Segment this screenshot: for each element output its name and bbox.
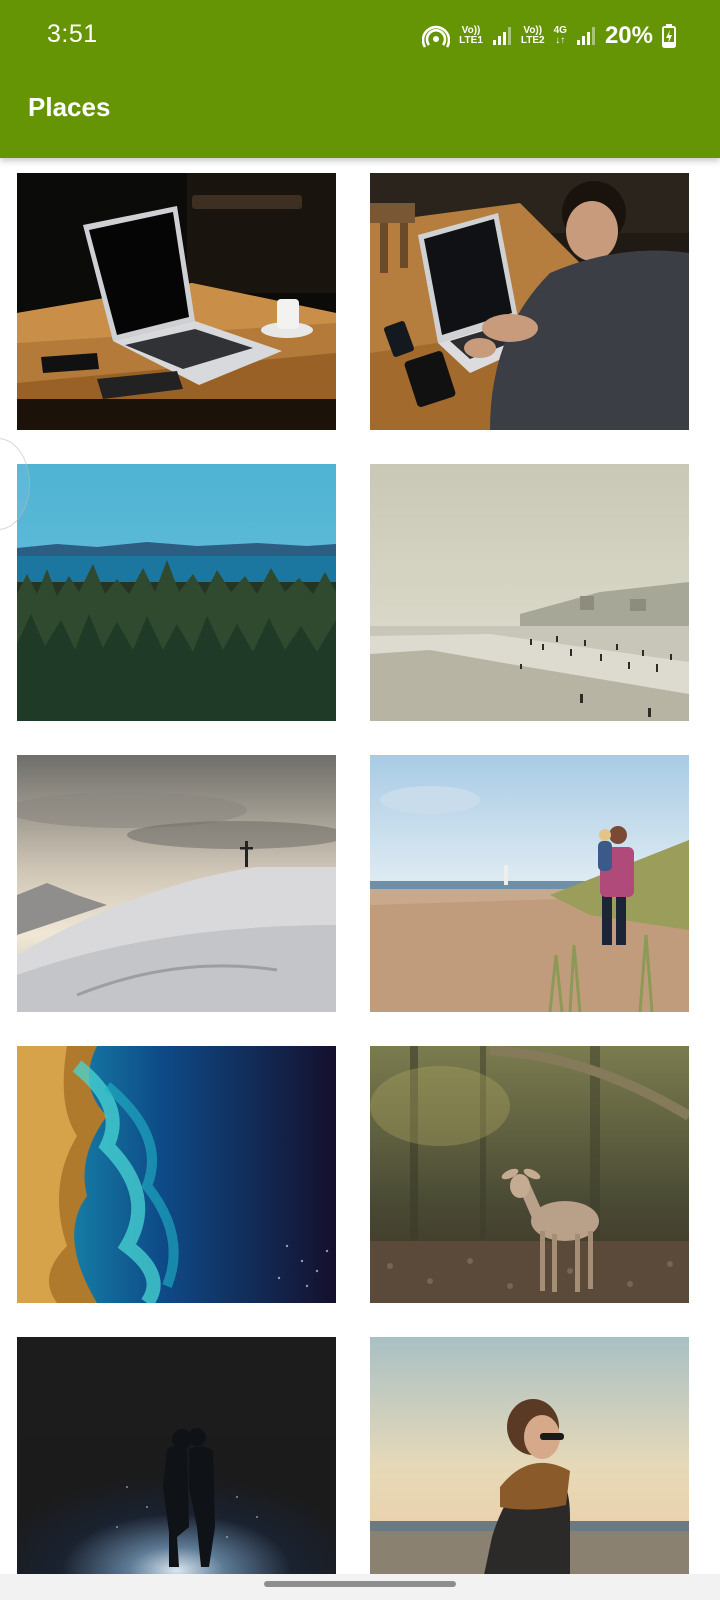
- place-image-father-child-beach[interactable]: [370, 755, 689, 1012]
- place-image-man-laptop[interactable]: [370, 173, 689, 430]
- place-image-couple-night[interactable]: [17, 1337, 336, 1574]
- status-time: 3:51: [47, 20, 98, 48]
- places-grid: [0, 158, 720, 1574]
- system-nav-bar: [0, 1574, 720, 1600]
- sim2-label-bottom: LTE2: [520, 35, 545, 46]
- network-type-label: 4G ↓↑: [554, 26, 567, 46]
- status-icons: Vo)) LTE1 Vo)) LTE2 4G ↓↑ 20%: [422, 18, 676, 54]
- signal-icon: [492, 26, 512, 46]
- hotspot-icon: [422, 24, 451, 48]
- sim1-volte-label: Vo)) LTE1: [459, 26, 483, 46]
- data-arrows-icon: ↓↑: [555, 35, 566, 46]
- place-image-snowy-hill-cross[interactable]: [17, 755, 336, 1012]
- page-title: Places: [28, 92, 111, 122]
- signal-icon: [576, 26, 596, 46]
- home-gesture-pill[interactable]: [264, 1581, 456, 1587]
- battery-charging-icon: [662, 24, 676, 48]
- app-bar: 3:51 Vo)) LTE1 Vo)) LTE2 4G ↓↑ 20% Place…: [0, 0, 720, 158]
- place-image-aerial-coastline[interactable]: [17, 1046, 336, 1303]
- sim1-label-bottom: LTE1: [459, 35, 483, 46]
- place-image-person-scarf-sunset[interactable]: [370, 1337, 689, 1574]
- battery-percent: 20%: [604, 22, 653, 49]
- place-image-deer-forest[interactable]: [370, 1046, 689, 1303]
- place-image-laptop-table[interactable]: [17, 173, 336, 430]
- sim2-volte-label: Vo)) LTE2: [521, 26, 545, 46]
- place-image-misty-beach[interactable]: [370, 464, 689, 721]
- place-image-forest-sea[interactable]: [17, 464, 336, 721]
